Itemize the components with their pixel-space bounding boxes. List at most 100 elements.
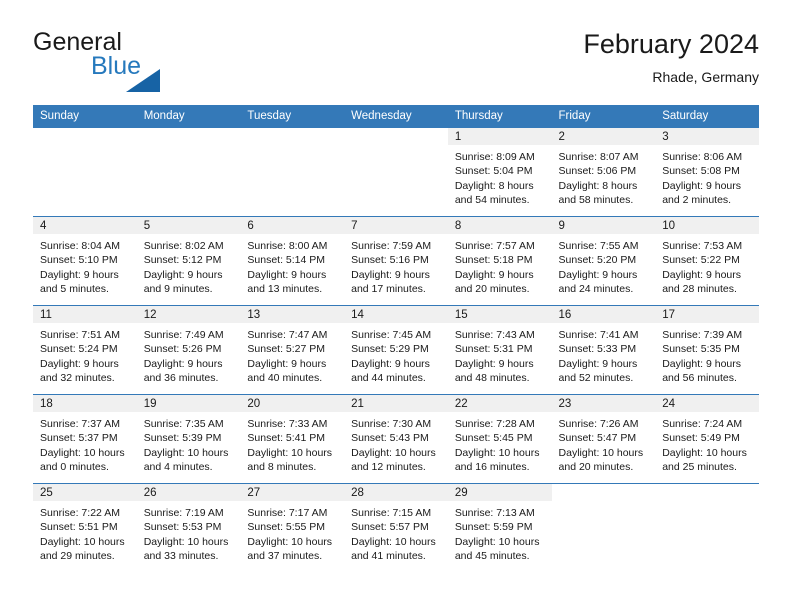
daylight-duration-line1: Daylight: 9 hours — [454, 357, 534, 370]
calendar-day-cell[interactable]: 4 Sunrise: 8:04 AM Sunset: 5:10 PM Daylight… — [33, 216, 137, 306]
day-number: 26 — [136, 484, 241, 501]
daylight-duration-line2: and 29 minutes. — [40, 549, 115, 562]
day-sun-info: Sunrise: 8:00 AM Sunset: 5:14 PM Daylight:… — [240, 234, 344, 296]
sunset-time: Sunset: 5:57 PM — [351, 521, 429, 534]
calendar-table: Sunday Monday Tuesday Wednesday Thursday… — [33, 105, 759, 572]
day-number: 17 — [655, 306, 759, 323]
daylight-duration-line1: Daylight: 9 hours — [662, 179, 742, 192]
day-sun-info: Sunrise: 7:19 AM Sunset: 5:53 PM Daylight:… — [137, 501, 241, 563]
day-sun-info: Sunrise: 7:24 AM Sunset: 5:49 PM Daylight:… — [655, 412, 759, 474]
calendar-day-cell[interactable]: 17 Sunrise: 7:39 AM Sunset: 5:35 PM Dayligh… — [655, 305, 759, 395]
calendar-day-cell[interactable]: 29 Sunrise: 7:13 AM Sunset: 5:59 PM Dayligh… — [447, 483, 552, 572]
sunrise-time: Sunrise: 7:53 AM — [662, 240, 743, 252]
sunset-time: Sunset: 5:55 PM — [247, 521, 326, 534]
calendar-page: General Blue February 2024 Rhade, German… — [0, 0, 792, 612]
calendar-day-cell — [240, 128, 345, 217]
sunrise-time: Sunrise: 7:22 AM — [40, 507, 120, 519]
day-cell-content: 19 Sunrise: 7:35 AM Sunset: 5:39 PM Dayligh… — [136, 395, 241, 483]
daylight-duration-line2: and 8 minutes. — [247, 460, 317, 473]
calendar-day-cell[interactable]: 7 Sunrise: 7:59 AM Sunset: 5:16 PM Daylight… — [344, 216, 448, 306]
day-cell-content: 1 Sunrise: 8:09 AM Sunset: 5:04 PM Daylight… — [447, 128, 552, 216]
sunset-time: Sunset: 5:22 PM — [662, 254, 740, 267]
day-number: 19 — [136, 395, 241, 412]
day-sun-info: Sunrise: 7:33 AM Sunset: 5:41 PM Daylight:… — [240, 412, 344, 474]
calendar-day-cell[interactable]: 9 Sunrise: 7:55 AM Sunset: 5:20 PM Daylight… — [551, 216, 656, 306]
calendar-day-cell[interactable]: 14 Sunrise: 7:45 AM Sunset: 5:29 PM Dayligh… — [344, 305, 448, 395]
calendar-day-cell[interactable]: 13 Sunrise: 7:47 AM Sunset: 5:27 PM Dayligh… — [240, 305, 345, 395]
day-cell-content: 26 Sunrise: 7:19 AM Sunset: 5:53 PM Dayligh… — [136, 484, 241, 572]
calendar-day-cell[interactable]: 19 Sunrise: 7:35 AM Sunset: 5:39 PM Dayligh… — [136, 394, 241, 484]
day-cell-content: 11 Sunrise: 7:51 AM Sunset: 5:24 PM Dayligh… — [33, 306, 137, 394]
daylight-duration-line2: and 24 minutes. — [558, 282, 634, 295]
calendar-day-cell[interactable]: 22 Sunrise: 7:28 AM Sunset: 5:45 PM Dayligh… — [447, 394, 552, 484]
daylight-duration-line2: and 33 minutes. — [143, 549, 219, 562]
day-number: 11 — [33, 306, 137, 323]
calendar-day-cell[interactable]: 12 Sunrise: 7:49 AM Sunset: 5:26 PM Dayligh… — [136, 305, 241, 395]
sunset-time: Sunset: 5:33 PM — [558, 343, 637, 356]
calendar-day-cell[interactable]: 5 Sunrise: 8:02 AM Sunset: 5:12 PM Daylight… — [136, 216, 241, 306]
day-cell-content: 20 Sunrise: 7:33 AM Sunset: 5:41 PM Dayligh… — [240, 395, 345, 483]
calendar-day-cell — [655, 483, 759, 572]
sunrise-time: Sunrise: 7:55 AM — [558, 240, 639, 252]
daylight-duration-line2: and 0 minutes. — [40, 460, 109, 473]
weekday-header-monday: Monday — [136, 105, 241, 128]
daylight-duration-line2: and 9 minutes. — [143, 282, 213, 295]
day-cell-content: 9 Sunrise: 7:55 AM Sunset: 5:20 PM Daylight… — [551, 217, 656, 305]
sunset-time: Sunset: 5:27 PM — [247, 343, 326, 356]
sunrise-time: Sunrise: 7:45 AM — [351, 329, 432, 341]
calendar-day-cell — [33, 128, 137, 217]
sunrise-time: Sunrise: 7:13 AM — [454, 507, 535, 519]
calendar-day-cell[interactable]: 16 Sunrise: 7:41 AM Sunset: 5:33 PM Dayligh… — [551, 305, 656, 395]
day-number: 9 — [551, 217, 656, 234]
day-sun-info: Sunrise: 7:57 AM Sunset: 5:18 PM Daylight:… — [448, 234, 552, 296]
sunset-time: Sunset: 5:35 PM — [662, 343, 740, 356]
calendar-day-cell[interactable]: 18 Sunrise: 7:37 AM Sunset: 5:37 PM Dayligh… — [33, 394, 137, 484]
day-cell-content — [551, 484, 656, 572]
calendar-week-row: 4 Sunrise: 8:04 AM Sunset: 5:10 PM Daylight… — [33, 216, 759, 306]
sunset-time: Sunset: 5:31 PM — [454, 343, 533, 356]
calendar-day-cell[interactable]: 15 Sunrise: 7:43 AM Sunset: 5:31 PM Dayligh… — [447, 305, 552, 395]
day-number: 13 — [240, 306, 345, 323]
calendar-day-cell[interactable]: 1 Sunrise: 8:09 AM Sunset: 5:04 PM Daylight… — [447, 128, 552, 217]
day-number: 14 — [344, 306, 448, 323]
daylight-duration-line1: Daylight: 9 hours — [662, 357, 742, 370]
calendar-day-cell[interactable]: 25 Sunrise: 7:22 AM Sunset: 5:51 PM Dayligh… — [33, 483, 137, 572]
daylight-duration-line2: and 12 minutes. — [351, 460, 426, 473]
daylight-duration-line1: Daylight: 9 hours — [143, 268, 223, 281]
daylight-duration-line2: and 36 minutes. — [143, 371, 219, 384]
calendar-day-cell[interactable]: 27 Sunrise: 7:17 AM Sunset: 5:55 PM Dayligh… — [240, 483, 345, 572]
calendar-day-cell[interactable]: 8 Sunrise: 7:57 AM Sunset: 5:18 PM Daylight… — [447, 216, 552, 306]
page-title: February 2024 — [583, 29, 759, 59]
sunset-time: Sunset: 5:14 PM — [247, 254, 326, 267]
calendar-week-row: 18 Sunrise: 7:37 AM Sunset: 5:37 PM Dayligh… — [33, 394, 759, 484]
calendar-day-cell[interactable]: 20 Sunrise: 7:33 AM Sunset: 5:41 PM Dayligh… — [240, 394, 345, 484]
day-number — [136, 128, 241, 145]
calendar-day-cell[interactable]: 26 Sunrise: 7:19 AM Sunset: 5:53 PM Dayligh… — [136, 483, 241, 572]
daylight-duration-line1: Daylight: 9 hours — [247, 268, 327, 281]
calendar-day-cell[interactable]: 2 Sunrise: 8:07 AM Sunset: 5:06 PM Daylight… — [551, 128, 656, 217]
sunset-time: Sunset: 5:18 PM — [454, 254, 533, 267]
calendar-day-cell — [136, 128, 241, 217]
sunset-time: Sunset: 5:45 PM — [454, 432, 533, 445]
calendar-day-cell[interactable]: 21 Sunrise: 7:30 AM Sunset: 5:43 PM Dayligh… — [344, 394, 448, 484]
sunrise-time: Sunrise: 7:57 AM — [454, 240, 535, 252]
day-cell-content: 17 Sunrise: 7:39 AM Sunset: 5:35 PM Dayligh… — [655, 306, 759, 394]
calendar-day-cell[interactable]: 24 Sunrise: 7:24 AM Sunset: 5:49 PM Dayligh… — [655, 394, 759, 484]
calendar-day-cell[interactable]: 23 Sunrise: 7:26 AM Sunset: 5:47 PM Dayligh… — [551, 394, 656, 484]
day-number: 29 — [447, 484, 552, 501]
daylight-duration-line1: Daylight: 9 hours — [558, 268, 638, 281]
day-cell-content — [240, 128, 345, 216]
calendar-week-row: 25 Sunrise: 7:22 AM Sunset: 5:51 PM Dayligh… — [33, 483, 759, 572]
day-cell-content: 25 Sunrise: 7:22 AM Sunset: 5:51 PM Dayligh… — [33, 484, 137, 572]
sunrise-time: Sunrise: 7:49 AM — [143, 329, 224, 341]
calendar-day-cell[interactable]: 11 Sunrise: 7:51 AM Sunset: 5:24 PM Dayligh… — [33, 305, 137, 395]
calendar-day-cell[interactable]: 10 Sunrise: 7:53 AM Sunset: 5:22 PM Dayligh… — [655, 216, 759, 306]
day-number: 25 — [33, 484, 137, 501]
day-cell-content: 15 Sunrise: 7:43 AM Sunset: 5:31 PM Dayligh… — [447, 306, 552, 394]
calendar-day-cell[interactable]: 28 Sunrise: 7:15 AM Sunset: 5:57 PM Dayligh… — [344, 483, 448, 572]
daylight-duration-line1: Daylight: 9 hours — [351, 357, 430, 370]
calendar-day-cell[interactable]: 6 Sunrise: 8:00 AM Sunset: 5:14 PM Daylight… — [240, 216, 345, 306]
calendar-day-cell[interactable]: 3 Sunrise: 8:06 AM Sunset: 5:08 PM Daylight… — [655, 128, 759, 217]
sunrise-time: Sunrise: 7:30 AM — [351, 418, 432, 430]
day-number: 4 — [33, 217, 137, 234]
